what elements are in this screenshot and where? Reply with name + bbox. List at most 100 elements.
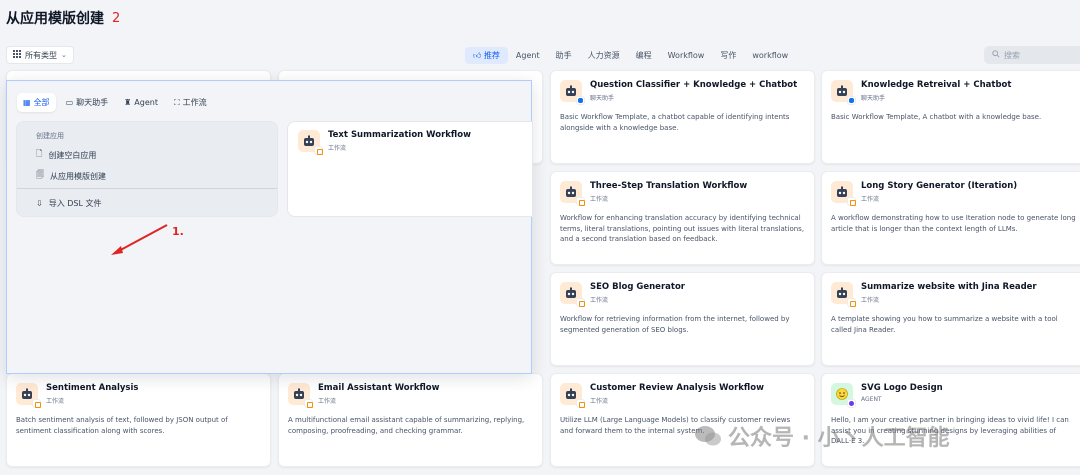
tab-agent[interactable]: ♜ Agent (118, 93, 164, 112)
create-app-menu: 创建应用 🗋︎ 创建空白应用 🗐︎ 从应用模版创建 ⇩ 导入 DSL 文件 (16, 121, 278, 217)
emoji-app-icon (831, 383, 856, 408)
card-type: 工作流 (46, 398, 65, 405)
workflow-badge-icon (576, 197, 585, 206)
template-card[interactable]: Summarize website with Jina Reader 工作流 A … (821, 272, 1080, 366)
template-card[interactable]: Customer Review Analysis Workflow 工作流 Uti… (550, 373, 815, 467)
card-description: Hello, I am your creative partner in bri… (831, 416, 1069, 445)
tab-programming[interactable]: 编程 (628, 47, 660, 64)
card-title: Three-Step Translation Workflow (590, 181, 748, 191)
card-type: 工作流 (861, 196, 880, 203)
robot-app-icon (560, 80, 585, 105)
tab-workflow[interactable]: Workflow (660, 48, 713, 63)
card-description: Batch sentiment analysis of text, follow… (16, 416, 228, 435)
create-blank-app-item[interactable]: 🗋︎ 创建空白应用 (36, 148, 96, 162)
search-placeholder: 搜索 (1004, 50, 1020, 60)
card-title: Email Assistant Workflow (318, 383, 440, 393)
template-card[interactable]: Three-Step Translation Workflow 工作流 Workf… (550, 171, 815, 265)
card-description: A multifunctional email assistant capabl… (288, 416, 525, 435)
card-description: Utilize LLM (Large Language Models) to c… (560, 416, 791, 435)
robot-app-icon (560, 383, 585, 408)
robot-app-icon (831, 282, 856, 307)
card-type: 聊天助手 (590, 95, 615, 102)
card-type: 工作流 (861, 297, 880, 304)
template-card[interactable]: Long Story Generator (Iteration) 工作流 A wo… (821, 171, 1080, 265)
template-card[interactable]: Knowledge Retreival + Chatbot 聊天助手 Basic … (821, 70, 1080, 164)
template-card[interactable]: SEO Blog Generator 工作流 Workflow for retri… (550, 272, 815, 366)
card-type: 工作流 (318, 398, 337, 405)
card-title: Text Summarization Workflow (328, 130, 471, 140)
tab-assistant[interactable]: 助手 (548, 47, 580, 64)
template-card[interactable]: Sentiment Analysis 工作流 Batch sentiment an… (6, 373, 271, 467)
template-card[interactable]: SVG Logo Design AGENT Hello, I am your cr… (821, 373, 1080, 467)
tab-recommended[interactable]: 👍︎ 推荐 (465, 47, 508, 64)
card-type: 工作流 (590, 297, 609, 304)
annotation-number-1: 1. (172, 225, 184, 238)
workflow-badge-icon (576, 298, 585, 307)
search-icon (992, 50, 1000, 60)
tab-workflow[interactable]: ⛶ 工作流 (168, 93, 213, 112)
search-input[interactable]: 搜索 (984, 46, 1080, 64)
robot-app-icon (560, 282, 585, 307)
grid-icon (13, 50, 21, 60)
card-title: Sentiment Analysis (46, 383, 139, 393)
card-title: Summarize website with Jina Reader (861, 282, 1037, 292)
agent-icon: ♜ (124, 98, 132, 107)
chevron-down-icon: ⌄ (61, 51, 67, 59)
robot-app-icon (16, 383, 41, 408)
chat-icon: ▭ (65, 98, 74, 107)
card-title: Question Classifier + Knowledge + Chatbo… (590, 80, 798, 90)
card-description: Workflow for enhancing translation accur… (560, 214, 805, 243)
file-plus-icon: 🗋︎ (36, 149, 43, 158)
card-type: 工作流 (328, 145, 347, 152)
workflow-badge-icon (314, 146, 323, 155)
workflow-badge-icon (32, 399, 41, 408)
preview-template-card[interactable]: Text Summarization Workflow 工作流 (287, 121, 533, 217)
annotation-number-2: 2 (112, 10, 121, 26)
workflow-badge-icon (304, 399, 313, 408)
page-header: 从应用模版创建 2 (6, 8, 120, 28)
card-title: Knowledge Retreival + Chatbot (861, 80, 1012, 90)
card-type: 聊天助手 (861, 95, 886, 102)
tab-writing[interactable]: 写作 (712, 47, 744, 64)
workflow-badge-icon (576, 399, 585, 408)
agent-badge-icon (847, 399, 856, 408)
card-description: A template showing you how to summarize … (831, 315, 1058, 334)
tab-workflow-lower[interactable]: workflow (744, 48, 796, 63)
workflow-icon: ⛶ (173, 97, 180, 107)
tab-agent[interactable]: Agent (508, 48, 548, 63)
workflow-badge-icon (847, 298, 856, 307)
card-type: AGENT (861, 396, 882, 403)
tab-all[interactable]: ▦ 全部 (17, 93, 56, 112)
menu-label: 创建应用 (36, 132, 64, 140)
thumbs-up-icon: 👍︎ (473, 51, 482, 60)
template-card[interactable]: Question Classifier + Knowledge + Chatbo… (550, 70, 815, 164)
menu-divider (17, 188, 277, 189)
type-filter-select[interactable]: 所有类型 ⌄ (6, 46, 74, 64)
tab-chat-assistant[interactable]: ▭ 聊天助手 (60, 93, 115, 112)
robot-app-icon (831, 80, 856, 105)
workflow-badge-icon (847, 197, 856, 206)
import-icon: ⇩ (36, 199, 43, 208)
card-description: Workflow for retrieving information from… (560, 315, 790, 334)
card-description: A workflow demonstrating how to use Iter… (831, 214, 1076, 233)
card-title: Customer Review Analysis Workflow (590, 383, 764, 393)
robot-app-icon (560, 181, 585, 206)
create-from-template-item[interactable]: 🗐︎ 从应用模版创建 (36, 169, 106, 183)
import-dsl-item[interactable]: ⇩ 导入 DSL 文件 (36, 198, 101, 209)
card-title: SEO Blog Generator (590, 282, 685, 292)
tab-hr[interactable]: 人力资源 (580, 47, 628, 64)
create-app-panel: ▦ 全部 ▭ 聊天助手 ♜ Agent ⛶ 工作流 创建应用 🗋︎ 创建空白应用 🗐︎ 从应… (6, 80, 533, 374)
create-app-tabs: ▦ 全部 ▭ 聊天助手 ♜ Agent ⛶ 工作流 (17, 93, 213, 112)
grid-icon: ▦ (23, 98, 31, 107)
card-title: Long Story Generator (Iteration) (861, 181, 1018, 191)
robot-app-icon (288, 383, 313, 408)
card-title: SVG Logo Design (861, 383, 943, 393)
page-title: 从应用模版创建 (6, 11, 104, 27)
card-type: 工作流 (590, 398, 609, 405)
card-description: Basic Workflow Template, A chatbot with … (831, 113, 1042, 121)
type-filter-label: 所有类型 (25, 50, 57, 60)
robot-app-icon (298, 130, 323, 155)
template-icon: 🗐︎ (36, 170, 44, 179)
template-card[interactable]: Email Assistant Workflow 工作流 A multifunct… (278, 373, 543, 467)
category-tabs: 👍︎ 推荐 Agent 助手 人力资源 编程 Workflow 写作 workf… (465, 47, 796, 64)
